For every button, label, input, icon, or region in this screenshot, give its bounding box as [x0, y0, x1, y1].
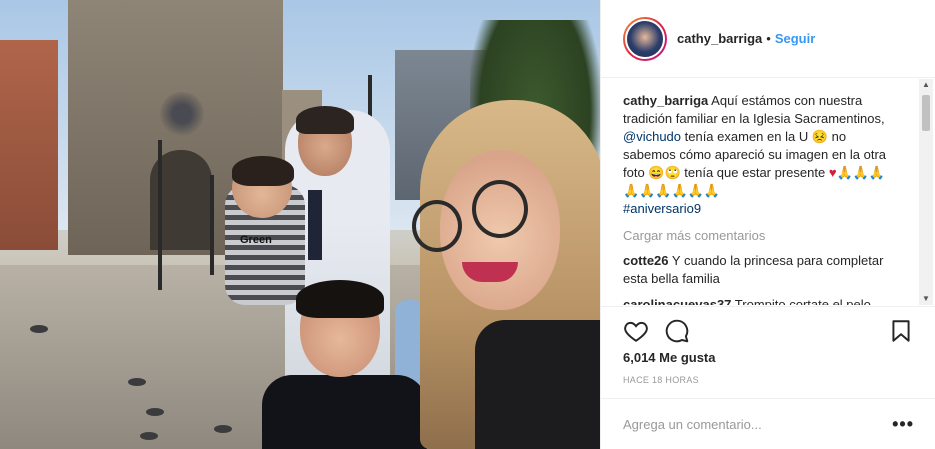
avatar[interactable]: [623, 16, 667, 61]
bookmark-icon[interactable]: [888, 318, 914, 344]
shirt-text: Green: [240, 234, 272, 246]
post-caption: cathy_barriga Aquí estámos con nuestra t…: [623, 92, 914, 218]
heart-outline-icon-svg: [624, 321, 648, 342]
pigeon: [128, 378, 146, 386]
pigeon: [214, 425, 232, 433]
comment-item: carolinacuevas37 Trompito cortate el pel…: [623, 296, 914, 305]
caption-username[interactable]: cathy_barriga: [623, 93, 708, 108]
avatar-image: [625, 18, 665, 59]
more-options-icon[interactable]: •••: [892, 414, 914, 435]
scrollbar-thumb[interactable]: [922, 95, 930, 131]
post-photo[interactable]: Green: [0, 0, 600, 449]
boy-body: [262, 375, 427, 449]
follow-button[interactable]: Seguir: [775, 31, 815, 46]
street-lamp: [158, 140, 162, 290]
speech-bubble-icon-svg: [665, 319, 689, 343]
glasses-right-lens: [472, 180, 528, 238]
heart-outline-icon[interactable]: [623, 318, 649, 344]
comment-username[interactable]: carolinacuevas37: [623, 297, 731, 305]
pigeon: [30, 325, 48, 333]
pigeon: [146, 408, 164, 416]
scroll-down-arrow-icon[interactable]: ▼: [919, 293, 933, 305]
man-tie: [308, 190, 322, 260]
building-left: [0, 40, 58, 250]
post-side-panel: cathy_barriga • Seguir cathy_barriga Aqu…: [600, 0, 935, 449]
toddler-hair: [232, 156, 294, 186]
add-comment-bar: •••: [601, 398, 935, 449]
likes-count[interactable]: 6,014 Me gusta: [623, 350, 716, 365]
man-hair: [296, 106, 354, 134]
boy-hair: [296, 280, 384, 318]
comment-text: Trompito cortate el pelo: [734, 297, 871, 305]
post-header: cathy_barriga • Seguir: [601, 0, 935, 78]
comment-item: cotte26 Y cuando la princesa para comple…: [623, 252, 914, 288]
comments-scrollbar[interactable]: ▲ ▼: [919, 79, 933, 305]
caption-hashtag[interactable]: #aniversario9: [623, 201, 701, 216]
header-username[interactable]: cathy_barriga: [677, 31, 762, 46]
scroll-up-arrow-icon[interactable]: ▲: [919, 79, 933, 91]
bookmark-icon-svg: [892, 320, 910, 342]
heart-emoji: ♥: [828, 165, 837, 180]
post-timestamp[interactable]: HACE 18 HORAS: [623, 375, 699, 385]
glasses-left-lens: [412, 200, 462, 252]
pigeon: [140, 432, 158, 440]
caption-mention[interactable]: @vichudo: [623, 129, 681, 144]
instagram-post: Green cathy_barriga • Seguir cathy_barri…: [0, 0, 935, 449]
load-more-comments-button[interactable]: Cargar más comentarios: [623, 228, 914, 243]
church-rose-window: [160, 92, 204, 136]
post-actions: [601, 306, 935, 350]
comment-username[interactable]: cotte26: [623, 253, 669, 268]
comments-list[interactable]: cathy_barriga Aquí estámos con nuestra t…: [601, 79, 935, 305]
street-lamp: [210, 175, 214, 275]
header-separator: •: [766, 31, 771, 46]
speech-bubble-icon[interactable]: [664, 318, 690, 344]
comment-input[interactable]: [623, 416, 893, 432]
woman-body: [475, 320, 600, 449]
